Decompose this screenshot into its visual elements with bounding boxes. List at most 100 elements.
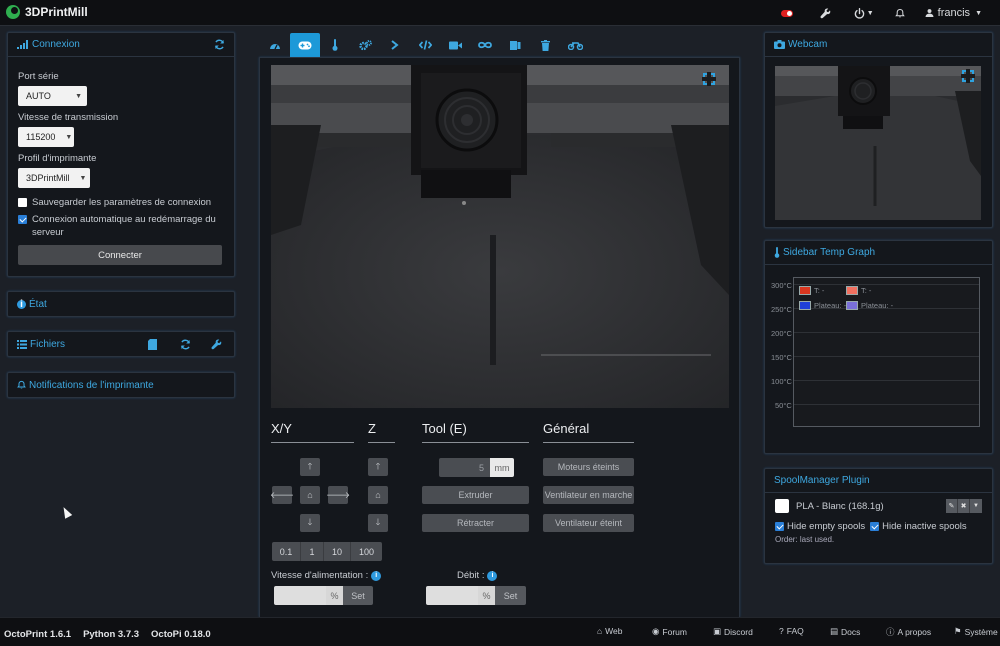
gcode-viewer-tab[interactable] xyxy=(350,33,380,57)
x-plus-button[interactable]: 🡒 xyxy=(326,486,350,504)
webcam-panel-header[interactable]: Webcam xyxy=(765,33,992,57)
z-plus-button[interactable]: 🡑 xyxy=(368,458,388,476)
connection-status-button[interactable] xyxy=(767,0,807,26)
z-minus-button[interactable]: 🡓 xyxy=(368,514,388,532)
legend-item: Plateau: - xyxy=(799,301,846,310)
legend-swatch xyxy=(846,286,858,295)
fullscreen-icon[interactable] xyxy=(702,72,716,86)
gamepad-icon xyxy=(298,41,312,49)
spool-icon xyxy=(509,40,520,50)
chevron-down-icon: ▼ xyxy=(65,133,73,141)
connect-button[interactable]: Connecter xyxy=(18,245,222,265)
feed-rate-set-button[interactable]: Set xyxy=(343,586,373,605)
motors-off-button[interactable]: Moteurs éteints xyxy=(543,458,634,476)
hide-inactive-label: Hide inactive spools xyxy=(882,521,967,532)
temperature-graph: T: - T: - Plateau: - Plateau: - xyxy=(793,277,980,427)
y-plus-button[interactable]: 🡑 xyxy=(300,458,320,476)
sidebar-webcam-stream xyxy=(775,66,981,220)
state-panel-header[interactable]: i État xyxy=(8,292,234,316)
control-tab[interactable] xyxy=(290,33,320,57)
webcam-panel-title: Webcam xyxy=(788,39,828,50)
footer-link-label: Web xyxy=(605,626,623,636)
info-icon[interactable]: i xyxy=(487,570,498,581)
footer: OctoPrint 1.6.1 Python 3.7.3 OctoPi 0.18… xyxy=(0,617,1000,646)
spool-color-swatch xyxy=(775,499,789,513)
footer-link-label: Docs xyxy=(841,626,861,637)
hide-empty-checkbox[interactable] xyxy=(775,522,784,531)
state-panel-title: État xyxy=(29,298,47,310)
info-icon[interactable]: i xyxy=(371,570,382,581)
temperature-tab[interactable] xyxy=(260,33,290,57)
step-10-button[interactable]: 10 xyxy=(324,542,351,561)
wrench-icon xyxy=(820,7,830,18)
profile-select[interactable]: 3DPrintMill ▼ xyxy=(18,168,90,188)
step-100-button[interactable]: 100 xyxy=(351,542,382,561)
fullscreen-icon[interactable] xyxy=(961,69,975,83)
feed-rate-input[interactable] xyxy=(274,586,326,605)
fan-on-button[interactable]: Ventilateur en marche xyxy=(543,486,634,504)
port-select[interactable]: AUTO ▼ xyxy=(18,86,87,106)
edit-icon[interactable]: ✎ xyxy=(946,499,958,513)
motorcycle-tab[interactable] xyxy=(560,33,590,57)
loop-tab[interactable] xyxy=(470,33,500,57)
footer-link-label: Discord xyxy=(724,626,753,637)
wrench-icon[interactable] xyxy=(211,338,222,350)
x-minus-button[interactable]: 🡐 xyxy=(270,486,294,504)
toggle-icon xyxy=(780,9,793,17)
webcam-panel: Webcam xyxy=(764,32,993,228)
refresh-icon[interactable] xyxy=(214,39,225,50)
sd-card-icon[interactable] xyxy=(148,338,157,350)
step-1-button[interactable]: 1 xyxy=(301,542,324,561)
chevron-down-icon[interactable]: ▼ xyxy=(970,499,982,513)
files-panel-header[interactable]: Fichiers xyxy=(8,332,234,356)
home-xy-button[interactable]: ⌂ xyxy=(300,486,320,504)
profile-label: Profil d'imprimante xyxy=(18,153,97,164)
y-axis-label: 50°C xyxy=(775,401,792,410)
legend-item: Plateau: - xyxy=(846,301,893,310)
extrude-button[interactable]: Extruder xyxy=(422,486,529,504)
legend-item: T: - xyxy=(846,286,871,295)
user-menu-button[interactable]: francis ▼ xyxy=(916,0,1000,26)
brand-link[interactable]: 3DPrintMill xyxy=(6,5,88,19)
feed-rate-unit: % xyxy=(326,586,343,605)
spool-tab[interactable] xyxy=(500,33,530,57)
footer-link-discord[interactable]: ▣ Discord xyxy=(713,626,753,637)
footer-link-about[interactable]: ⓘ A propos xyxy=(886,626,931,638)
footer-link-forum[interactable]: ◉ Forum xyxy=(652,626,687,637)
y-minus-button[interactable]: 🡓 xyxy=(300,514,320,532)
step-0.1-button[interactable]: 0.1 xyxy=(272,542,301,561)
home-z-button[interactable]: ⌂ xyxy=(368,486,388,504)
connection-panel-header[interactable]: Connexion xyxy=(8,33,234,57)
notifications-panel-title: Notifications de l'imprimante xyxy=(29,379,154,391)
extrude-amount-group: 5 mm xyxy=(439,458,514,477)
close-icon[interactable]: ✖ xyxy=(958,499,970,513)
video-camera-icon xyxy=(448,41,462,49)
footer-link-system[interactable]: ⚑ Système xyxy=(954,626,998,637)
code-tab[interactable] xyxy=(410,33,440,57)
footer-link-faq[interactable]: ? FAQ xyxy=(779,626,804,636)
flow-rate-input[interactable] xyxy=(426,586,478,605)
notifications-panel-header[interactable]: Notifications de l'imprimante xyxy=(8,373,234,397)
footer-link-docs[interactable]: ▤ Docs xyxy=(830,626,860,637)
thermometer-tab[interactable] xyxy=(320,33,350,57)
spool-manager-header[interactable]: SpoolManager Plugin xyxy=(765,469,992,493)
save-settings-checkbox[interactable] xyxy=(18,198,27,207)
gears-icon xyxy=(358,39,372,50)
refresh-icon[interactable] xyxy=(180,339,191,350)
baud-select[interactable]: 115200 ▼ xyxy=(18,127,74,147)
notifications-button[interactable] xyxy=(884,0,916,26)
timelapse-tab[interactable] xyxy=(440,33,470,57)
terminal-tab[interactable] xyxy=(380,33,410,57)
settings-button[interactable] xyxy=(807,0,844,26)
fan-off-button[interactable]: Ventilateur éteint xyxy=(543,514,634,532)
footer-link-web[interactable]: ⌂ Web xyxy=(597,626,622,636)
hide-inactive-checkbox[interactable] xyxy=(870,522,880,531)
port-select-value: AUTO xyxy=(26,91,51,101)
retract-button[interactable]: Rétracter xyxy=(422,514,529,532)
flow-rate-set-button[interactable]: Set xyxy=(495,586,526,605)
temp-graph-panel-header[interactable]: Sidebar Temp Graph xyxy=(765,241,992,265)
auto-connect-checkbox[interactable] xyxy=(18,215,27,224)
power-menu-button[interactable]: ▼ xyxy=(844,0,884,26)
extrude-amount-input[interactable]: 5 xyxy=(439,458,490,477)
delete-tab[interactable] xyxy=(530,33,560,57)
